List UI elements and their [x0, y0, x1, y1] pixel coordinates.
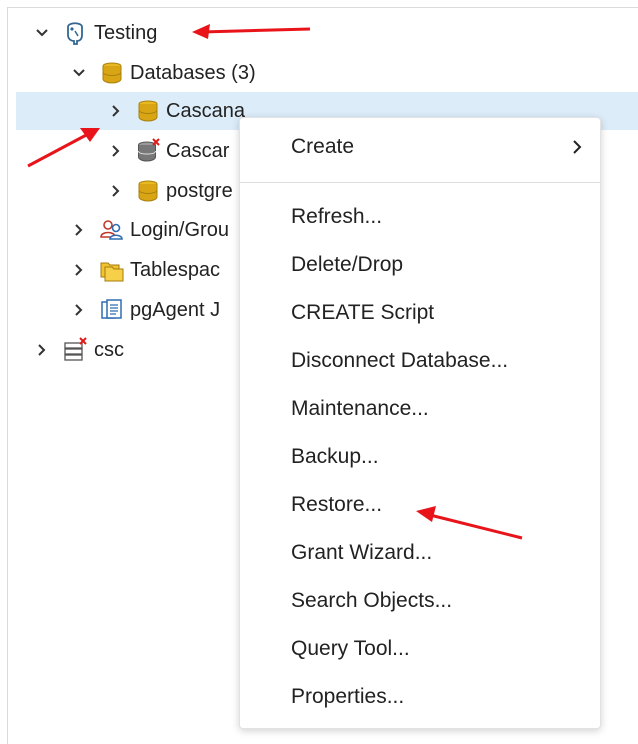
- menu-item-search-objects[interactable]: Search Objects...: [240, 581, 600, 621]
- menu-separator: [240, 182, 600, 183]
- tree-label-database-cascar: Cascar: [166, 140, 230, 162]
- tree-label-tablespaces: Tablespac: [130, 259, 221, 281]
- tree-label-database-postgres: postgre: [166, 180, 233, 202]
- menu-label-delete-drop: Delete/Drop: [291, 253, 404, 276]
- database-icon: [138, 180, 158, 202]
- database-icon: [138, 100, 158, 122]
- menu-label-create-script: CREATE Script: [291, 301, 435, 324]
- chevron-right-icon[interactable]: [108, 183, 124, 199]
- annotation-arrow-restore: [416, 506, 523, 540]
- chevron-right-icon[interactable]: [108, 143, 124, 159]
- server-disconnected-icon: [64, 337, 87, 361]
- menu-item-disconnect-database[interactable]: Disconnect Database...: [240, 341, 600, 381]
- chevron-right-icon: [573, 140, 582, 154]
- pgagent-jobs-icon: [101, 299, 122, 319]
- tree-label-server-csc: csc: [94, 339, 124, 361]
- chevron-right-icon[interactable]: [108, 103, 124, 119]
- menu-item-create[interactable]: Create: [240, 127, 600, 167]
- menu-label-search-objects: Search Objects...: [291, 589, 453, 612]
- chevron-right-icon[interactable]: [71, 302, 87, 318]
- annotation-arrow-cascana: [27, 128, 100, 168]
- menu-label-create: Create: [291, 135, 355, 158]
- roles-icon: [100, 220, 123, 240]
- tablespaces-folder-icon: [100, 262, 124, 282]
- annotation-arrow-testing: [192, 24, 311, 39]
- tree-label-server-testing: Testing: [94, 22, 158, 44]
- menu-item-maintenance[interactable]: Maintenance...: [240, 389, 600, 429]
- menu-label-disconnect-database: Disconnect Database...: [291, 349, 509, 372]
- menu-label-query-tool: Query Tool...: [291, 637, 410, 660]
- chevron-down-icon[interactable]: [71, 65, 87, 81]
- menu-label-backup: Backup...: [291, 445, 379, 468]
- menu-item-backup[interactable]: Backup...: [240, 437, 600, 477]
- menu-label-properties: Properties...: [291, 685, 405, 708]
- menu-label-refresh: Refresh...: [291, 205, 383, 228]
- chevron-right-icon[interactable]: [34, 342, 50, 358]
- databases-icon: [102, 62, 122, 84]
- menu-item-refresh[interactable]: Refresh...: [240, 197, 600, 237]
- tree-node-server-testing[interactable]: Testing: [16, 14, 638, 52]
- menu-item-delete-drop[interactable]: Delete/Drop: [240, 245, 600, 285]
- tree-node-databases[interactable]: Databases (3): [16, 54, 638, 92]
- tree-label-database-cascana: Cascana: [166, 100, 245, 122]
- context-menu: Create Refresh... Delete/Drop CREATE Scr…: [239, 117, 601, 729]
- menu-label-maintenance: Maintenance...: [291, 397, 429, 420]
- chevron-right-icon[interactable]: [71, 222, 87, 238]
- tree-label-databases: Databases (3): [130, 62, 256, 84]
- postgresql-server-icon: [67, 22, 83, 45]
- menu-item-create-script[interactable]: CREATE Script: [240, 293, 600, 333]
- chevron-right-icon[interactable]: [71, 262, 87, 278]
- menu-item-query-tool[interactable]: Query Tool...: [240, 629, 600, 669]
- database-disconnected-icon: [138, 138, 160, 162]
- tree-label-pgagent-jobs: pgAgent J: [130, 299, 221, 321]
- chevron-down-icon[interactable]: [34, 25, 50, 41]
- menu-item-properties[interactable]: Properties...: [240, 677, 600, 717]
- tree-label-login-group-roles: Login/Grou: [130, 219, 229, 241]
- menu-label-restore: Restore...: [291, 493, 383, 516]
